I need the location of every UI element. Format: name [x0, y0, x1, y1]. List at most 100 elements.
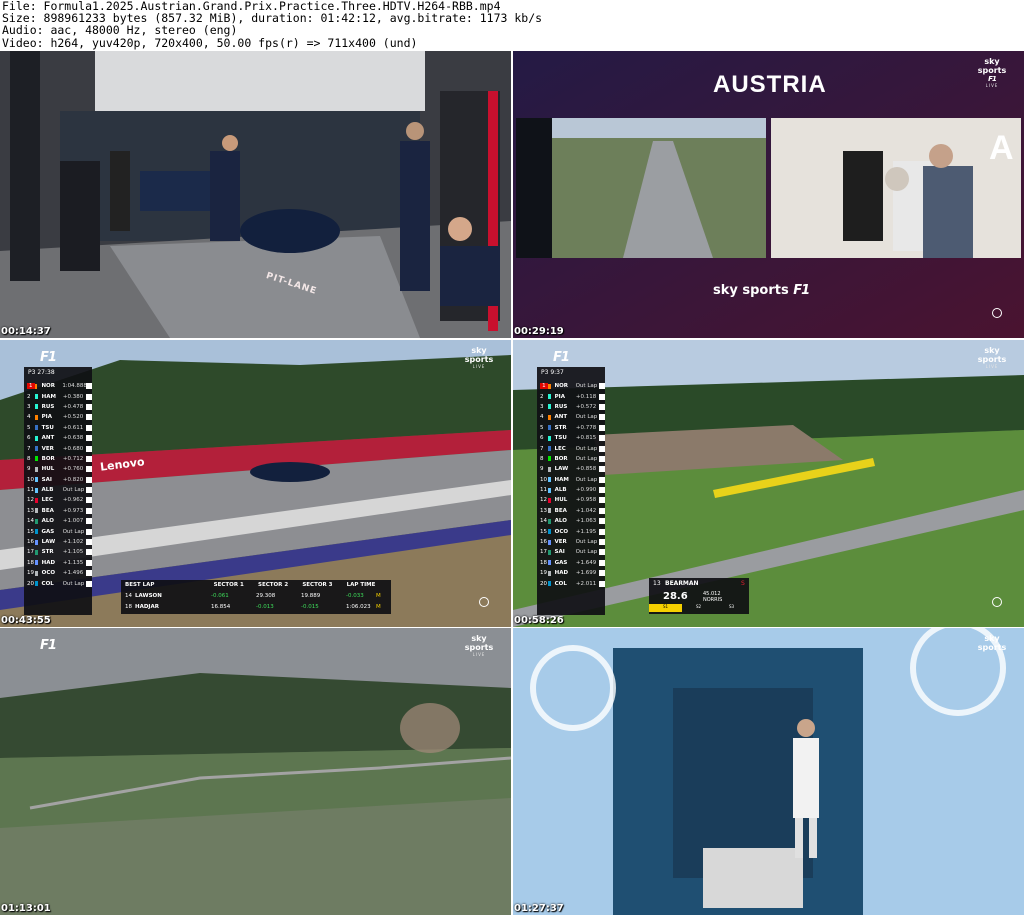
tyre-icon: [599, 539, 605, 546]
timestamp: 00:43:55: [1, 615, 51, 626]
tower-gap: +0.680: [62, 445, 84, 452]
tyre-icon: [599, 549, 605, 556]
tyre-icon: [599, 466, 605, 473]
tower-position: 5: [27, 424, 31, 431]
team-color-swatch: [34, 414, 38, 420]
tower-position: 17: [27, 549, 34, 556]
tower-driver: HAM: [554, 476, 569, 483]
tower-position: 9: [27, 466, 31, 473]
best-lap-row: 18 HADJAR 16.854 -0.013 -0.015 1:06.023 …: [125, 603, 381, 610]
tower-row: 5 STR +0.778: [537, 423, 605, 433]
tyre-icon: [86, 518, 92, 525]
tower-position: 15: [540, 528, 547, 535]
tower-driver: HAD: [41, 559, 56, 566]
tower-gap: +0.858: [575, 466, 597, 473]
tyre-icon: [86, 580, 92, 587]
tower-position: 4: [27, 414, 31, 421]
tyre-icon: [86, 393, 92, 400]
timestamp: 01:13:01: [1, 903, 51, 914]
tower-driver: COL: [41, 580, 54, 587]
tower-gap: +0.118: [575, 393, 597, 400]
tower-position: 4: [540, 414, 544, 421]
tower-row: 12 HUL +0.958: [537, 495, 605, 505]
tower-row: 15 OCO +1.195: [537, 526, 605, 536]
tower-driver: PIA: [554, 393, 565, 400]
team-color-swatch: [34, 394, 38, 400]
tyre-icon: [599, 580, 605, 587]
team-color-swatch: [547, 581, 551, 587]
tower-position: 13: [27, 507, 34, 514]
tower-driver: ALB: [554, 487, 567, 494]
f1-logo: F1: [40, 350, 57, 365]
team-color-swatch: [547, 477, 551, 483]
tower-position: 18: [540, 559, 547, 566]
tower-row: 16 LAW +1.102: [24, 537, 92, 547]
tower-gap: Out Lap: [575, 445, 598, 452]
tower-row: 6 ANT +0.638: [24, 433, 92, 443]
tower-driver: VER: [41, 445, 54, 452]
sky-sports-bug: sky sports LIVE: [464, 346, 494, 369]
team-color-swatch: [547, 539, 551, 545]
tower-gap: +1.135: [62, 559, 84, 566]
tower-driver: NOR: [41, 383, 55, 390]
tower-gap: +0.572: [575, 403, 597, 410]
file-info-header: File: Formula1.2025.Austrian.Grand.Prix.…: [2, 0, 1022, 50]
team-color-swatch: [34, 425, 38, 431]
tower-gap: +1.649: [575, 559, 597, 566]
tyre-icon: [599, 383, 605, 390]
tower-gap: +1.699: [575, 570, 597, 577]
tower-position: 7: [540, 445, 544, 452]
tyre-icon: [86, 414, 92, 421]
tower-row: 18 GAS +1.649: [537, 558, 605, 568]
tower-position: 8: [540, 455, 544, 462]
tower-row: 2 HAM +0.380: [24, 391, 92, 401]
team-color-swatch: [34, 560, 38, 566]
tower-gap: +0.962: [62, 497, 84, 504]
tower-position: 12: [540, 497, 547, 504]
tower-gap: +0.958: [575, 497, 597, 504]
f1-logo: F1: [553, 350, 570, 365]
tyre-icon: [599, 518, 605, 525]
f1-logo: F1: [40, 638, 57, 653]
tyre-icon: [599, 497, 605, 504]
team-color-swatch: [547, 529, 551, 535]
team-color-swatch: [547, 383, 551, 389]
tower-row: 8 BOR +0.712: [24, 454, 92, 464]
timestamp: 01:27:37: [514, 903, 564, 914]
tower-row: 11 ALB Out Lap: [24, 485, 92, 495]
austria-title: AUSTRIA: [713, 71, 827, 98]
session-clock: P3 9:37: [541, 369, 564, 376]
tower-row: 5 TSU +0.611: [24, 423, 92, 433]
tower-position: 11: [540, 487, 547, 494]
team-color-swatch: [547, 435, 551, 441]
thumbnail-3: Lenovo F1 P3 27:38 1 NOR 1:04.888 2 HAM +0.38…: [0, 340, 511, 627]
best-lap-panel: BEST LAP SECTOR 1 SECTOR 2 SECTOR 3 LAP …: [121, 580, 391, 614]
tower-gap: +0.380: [62, 393, 84, 400]
tower-gap: +1.007: [62, 518, 84, 525]
tower-row: 4 ANT Out Lap: [537, 412, 605, 422]
team-color-swatch: [547, 425, 551, 431]
thumbnail-1: PIT-LANE 00:14:37: [0, 51, 511, 338]
tyre-icon: [86, 403, 92, 410]
sky-sports-f1-logo: sky sports F1: [713, 283, 810, 298]
sky-sports-bug: sky sports: [977, 634, 1007, 652]
tower-row: 20 COL Out Lap: [24, 578, 92, 588]
tower-position: 3: [27, 403, 31, 410]
tower-row: 4 PIA +0.520: [24, 412, 92, 422]
tower-driver: PIA: [41, 414, 52, 421]
tyre-icon: [86, 455, 92, 462]
tyre-icon: [599, 393, 605, 400]
tower-driver: HAM: [41, 393, 56, 400]
team-color-swatch: [34, 529, 38, 535]
tower-gap: Out Lap: [575, 414, 598, 421]
team-color-swatch: [547, 549, 551, 555]
tower-position: 13: [540, 507, 547, 514]
tyre-icon: [86, 435, 92, 442]
tower-driver: LEC: [554, 445, 566, 452]
tyre-icon: [86, 424, 92, 431]
team-color-swatch: [547, 466, 551, 472]
tyre-icon: [86, 445, 92, 452]
team-color-swatch: [34, 435, 38, 441]
tower-position: 17: [540, 549, 547, 556]
timing-tower: P3 27:38 1 NOR 1:04.888 2 HAM +0.380 3 RUS +0.47…: [24, 367, 92, 615]
